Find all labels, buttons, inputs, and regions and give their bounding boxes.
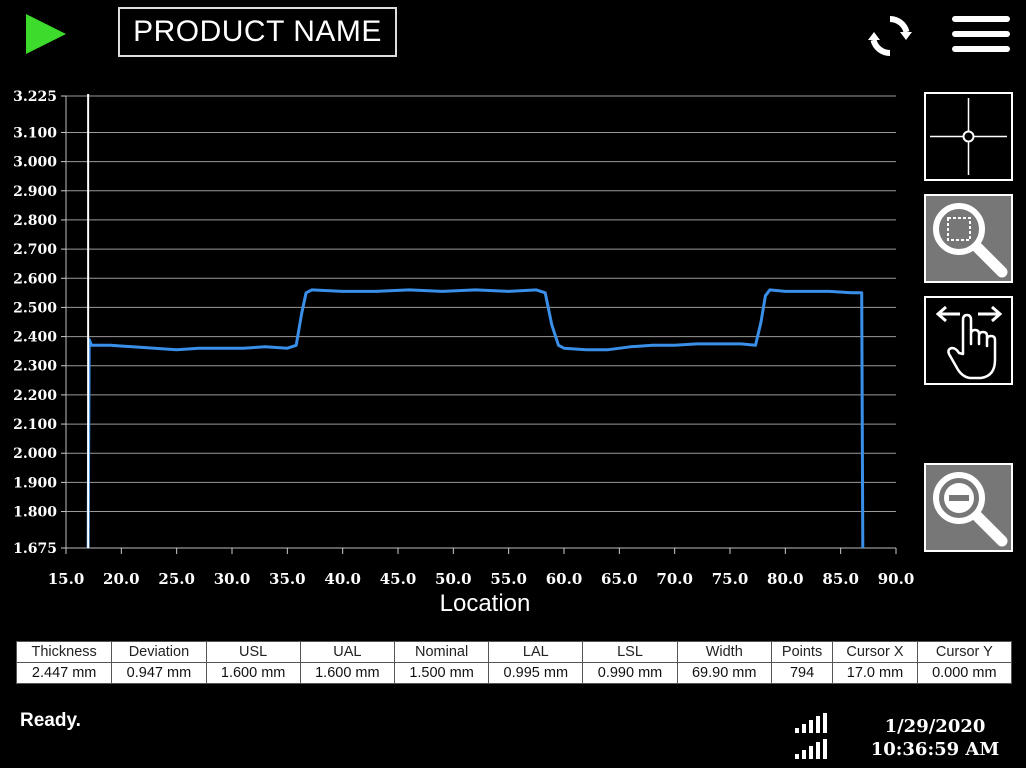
x-axis-label: Location <box>439 590 531 617</box>
measurement-header-row: Thickness Deviation USL UAL Nominal LAL … <box>15 641 1013 663</box>
header-cursor-x: Cursor X <box>832 641 918 663</box>
zoom-out-tool-button[interactable] <box>924 463 1013 552</box>
value-cursor-x: 17.0 mm <box>832 662 918 684</box>
hamburger-menu-icon <box>952 16 1010 52</box>
y-tick-label: 2.200 <box>13 388 57 404</box>
value-thickness: 2.447 mm <box>15 662 113 684</box>
thickness-chart[interactable]: 1.675 1.800 1.900 2.000 2.100 2.200 2.300 2.400… <box>0 66 915 586</box>
y-tick-label: 2.500 <box>13 300 57 316</box>
header-width: Width <box>676 641 772 663</box>
y-tick-label: 2.400 <box>13 330 57 346</box>
y-tick-label: 3.225 <box>13 89 57 105</box>
x-tick-label: 40.0 <box>324 570 361 586</box>
x-tick-label: 25.0 <box>158 570 195 586</box>
signal-strength-icon-2 <box>795 739 827 759</box>
y-tick-label: 2.800 <box>13 213 57 229</box>
y-tick-label: 2.000 <box>13 446 57 462</box>
plot-background <box>66 96 896 548</box>
header-nominal: Nominal <box>393 641 490 663</box>
x-tick-label: 60.0 <box>546 570 583 586</box>
x-tick-label: 65.0 <box>601 570 638 586</box>
value-usl: 1.600 mm <box>205 662 301 684</box>
y-tick-label: 2.600 <box>13 271 57 287</box>
value-nominal: 1.500 mm <box>393 662 490 684</box>
x-tick-label: 75.0 <box>712 570 749 586</box>
measurement-value-row: 2.447 mm 0.947 mm 1.600 mm 1.600 mm 1.50… <box>15 662 1013 684</box>
y-tick-label: 2.300 <box>13 359 57 375</box>
menu-button[interactable] <box>948 10 1014 58</box>
header-usl: USL <box>205 641 301 663</box>
play-icon <box>26 14 66 54</box>
refresh-button[interactable] <box>866 12 914 60</box>
y-tick-label: 3.000 <box>13 155 57 171</box>
header-lal: LAL <box>488 641 584 663</box>
x-tick-label: 15.0 <box>48 570 85 586</box>
y-tick-label: 1.675 <box>13 541 57 557</box>
header-deviation: Deviation <box>111 641 207 663</box>
value-lsl: 0.990 mm <box>582 662 678 684</box>
header-cursor-y: Cursor Y <box>916 641 1013 663</box>
x-tick-label: 45.0 <box>380 570 417 586</box>
value-points: 794 <box>770 662 834 684</box>
x-tick-label: 20.0 <box>103 570 140 586</box>
pan-hand-icon <box>935 305 1003 380</box>
x-tick-label: 35.0 <box>269 570 306 586</box>
zoom-out-icon <box>933 472 1008 547</box>
y-tick-label: 2.700 <box>13 242 57 258</box>
value-cursor-y: 0.000 mm <box>916 662 1013 684</box>
x-tick-label: 30.0 <box>214 570 251 586</box>
y-tick-label: 3.100 <box>13 125 57 141</box>
value-width: 69.90 mm <box>676 662 772 684</box>
crosshair-icon <box>930 98 1007 175</box>
x-tick-label: 80.0 <box>767 570 804 586</box>
pan-tool-button[interactable] <box>924 296 1013 385</box>
product-name-label: PRODUCT NAME <box>133 15 382 48</box>
value-ual: 1.600 mm <box>299 662 395 684</box>
play-button[interactable] <box>22 12 70 56</box>
x-tick-label: 70.0 <box>656 570 693 586</box>
x-tick-label: 85.0 <box>822 570 859 586</box>
x-tick-label: 55.0 <box>490 570 527 586</box>
product-name-box[interactable]: PRODUCT NAME <box>118 7 397 57</box>
y-tick-label: 2.900 <box>13 184 57 200</box>
x-tick-label: 90.0 <box>878 570 915 586</box>
header-thickness: Thickness <box>15 641 113 663</box>
measurement-table: Thickness Deviation USL UAL Nominal LAL … <box>15 641 1013 684</box>
crosshair-tool-button[interactable] <box>924 92 1013 181</box>
header-lsl: LSL <box>582 641 678 663</box>
x-tick-label: 50.0 <box>435 570 472 586</box>
refresh-icon <box>868 16 912 56</box>
value-deviation: 0.947 mm <box>111 662 207 684</box>
header-ual: UAL <box>299 641 395 663</box>
value-lal: 0.995 mm <box>488 662 584 684</box>
header-points: Points <box>770 641 834 663</box>
zoom-box-icon <box>933 203 1008 278</box>
status-date: 1/29/2020 <box>884 716 986 737</box>
signal-strength-icon <box>795 713 827 733</box>
status-time: 10:36:59 AM <box>870 739 1000 760</box>
status-message: Ready. <box>20 710 81 731</box>
y-tick-label: 1.900 <box>13 475 57 491</box>
y-tick-label: 1.800 <box>13 505 57 521</box>
zoom-box-tool-button[interactable] <box>924 194 1013 283</box>
y-tick-label: 2.100 <box>13 417 57 433</box>
